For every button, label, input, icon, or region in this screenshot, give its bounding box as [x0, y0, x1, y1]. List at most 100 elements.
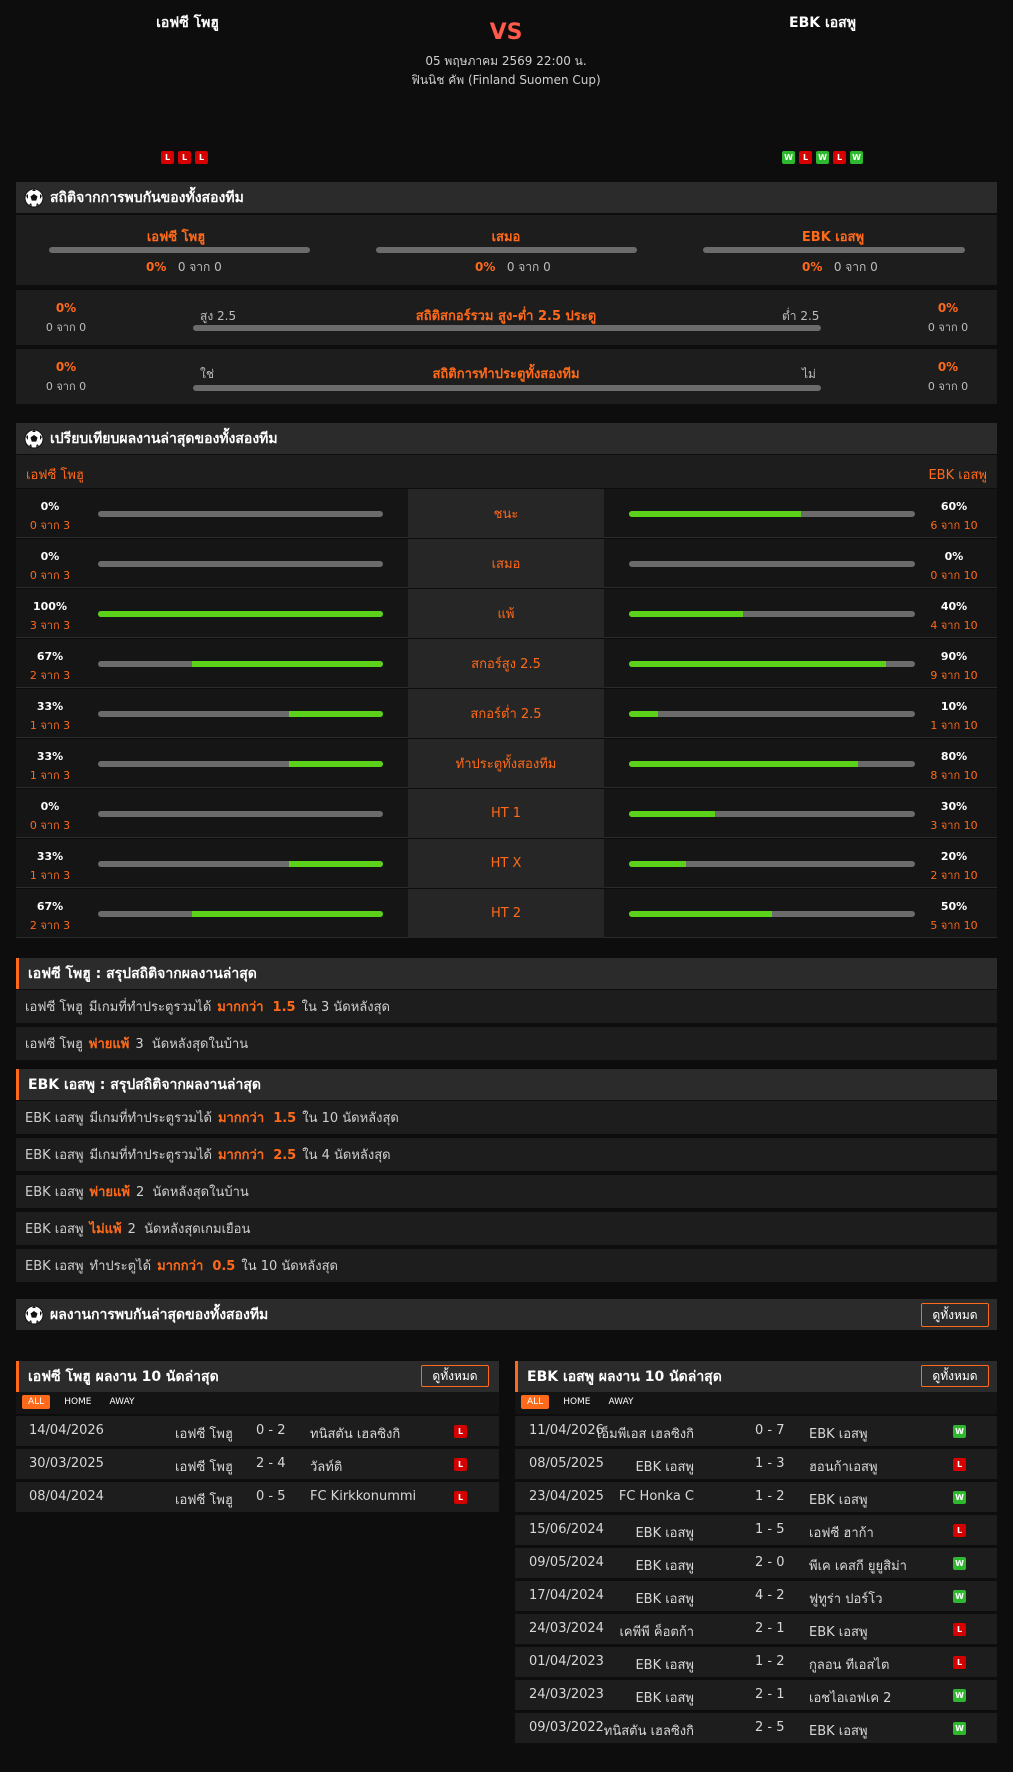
match-row[interactable]: 11/04/2026 เอ็มพีเอส เฮลซิงกิ 0 - 7 EBK เอส… [515, 1416, 997, 1446]
home-pct: 100% [33, 600, 67, 613]
tab-away[interactable]: AWAY [605, 1395, 638, 1409]
match-row[interactable]: 15/06/2024 EBK เอสพู 1 - 5 เอฟซี ฮาก้า L [515, 1515, 997, 1545]
summary-team[interactable]: EBK เอสพู [25, 1144, 84, 1165]
match-row[interactable]: 30/03/2025 เอฟซี โพฮู 2 - 4 วัลท์ติ L [16, 1449, 499, 1479]
summary-team[interactable]: EBK เอสพู [25, 1181, 84, 1202]
match-row[interactable]: 09/03/2022 ทนิสตัน เฮลซิงกิ 2 - 5 EBK เอสพู… [515, 1713, 997, 1743]
btts-left-of: 0 จาก 0 [45, 380, 87, 393]
tab-all[interactable]: ALL [22, 1395, 51, 1409]
match-home-team[interactable]: EBK เอสพู [635, 1456, 694, 1477]
away-bar-fill [629, 861, 687, 867]
away-team-name[interactable]: EBK เอสพู [735, 12, 910, 34]
match-away-team[interactable]: FC Kirkkonummi [310, 1489, 416, 1504]
match-home-team[interactable]: EBK เอสพู [635, 1522, 694, 1543]
btts-left-label: ใช่ [200, 367, 215, 381]
match-home-team[interactable]: เคพีพี ค็อตก้า [619, 1621, 694, 1642]
match-home-team[interactable]: EBK เอสพู [635, 1654, 694, 1675]
away-of: 9 จาก 10 [930, 669, 978, 682]
home-last10-view-all-button[interactable]: ดูทั้งหมด [421, 1365, 489, 1387]
tab-all[interactable]: ALL [521, 1395, 550, 1409]
summary-post: 2 นัดหลังสุดเกมเยือน [127, 1222, 251, 1237]
match-home-team[interactable]: เอฟซี โพฮู [175, 1423, 233, 1444]
tab-away[interactable]: AWAY [106, 1395, 139, 1409]
away-bar [629, 811, 915, 817]
match-row[interactable]: 24/03/2023 EBK เอสพู 2 - 1 เอชไอเอฟเค 2 W [515, 1680, 997, 1710]
home-team-name[interactable]: เอฟซี โพฮู [100, 12, 275, 34]
match-score: 1 - 5 [755, 1522, 785, 1537]
ou-right-pct: 0% [937, 301, 959, 315]
away-pct: 60% [940, 500, 968, 513]
match-away-team[interactable]: ทนิสตัน เฮลซิงกิ [310, 1423, 400, 1444]
summary-team[interactable]: EBK เอสพู [25, 1107, 84, 1128]
summary-team[interactable]: เอฟซี โพฮู [25, 996, 83, 1017]
match-home-team[interactable]: ทนิสตัน เฮลซิงกิ [604, 1720, 694, 1741]
match-away-team[interactable]: ฮอนก้าเอสพู [809, 1456, 878, 1477]
match-row[interactable]: 23/04/2025 FC Honka C 1 - 2 EBK เอสพู W [515, 1482, 997, 1512]
match-home-team[interactable]: เอฟซี โพฮู [175, 1489, 233, 1510]
match-away-team[interactable]: EBK เอสพู [809, 1489, 868, 1510]
match-home-team[interactable]: EBK เอสพู [635, 1588, 694, 1609]
match-away-team[interactable]: ฟูทูร่า ปอร์โว [809, 1588, 883, 1609]
tab-home[interactable]: HOME [559, 1395, 594, 1409]
home-bar [98, 711, 383, 717]
result-badge-loss: L [953, 1524, 966, 1537]
away-bar-fill [629, 611, 744, 617]
match-home-team[interactable]: EBK เอสพู [635, 1555, 694, 1576]
match-away-team[interactable]: วัลท์ติ [310, 1456, 342, 1477]
match-row[interactable]: 01/04/2023 EBK เอสพู 1 - 2 กูลอน ทีเอสไต L [515, 1647, 997, 1677]
away-last10-view-all-button[interactable]: ดูทั้งหมด [921, 1365, 989, 1387]
h2h-home-label: เอฟซี โพฮู [146, 230, 206, 245]
match-home-team[interactable]: FC Honka C [619, 1489, 694, 1504]
tab-home[interactable]: HOME [60, 1395, 95, 1409]
compare-row: 33% 1 จาก 3 สกอร์ต่ำ 2.5 10% 1 จาก 10 [16, 689, 997, 738]
match-score: 2 - 1 [755, 1687, 785, 1702]
competition-name[interactable]: ฟินนิช คัพ (Finland Suomen Cup) [356, 71, 656, 90]
away-bar-fill [629, 661, 887, 667]
h2h-draw-bar [376, 247, 637, 253]
h2h-stats-header: สถิติจากการพบกันของทั้งสองทีม [16, 182, 997, 213]
compare-row: 100% 3 จาก 3 แพ้ 40% 4 จาก 10 [16, 589, 997, 638]
summary-row: EBK เอสพู มีเกมที่ทำประตูรวมได้ มากกว่า 1.… [16, 1101, 997, 1134]
h2h-result-panel: เอฟซี โพฮู 0% 0 จาก 0 เสมอ 0% 0 จาก 0 EB… [16, 215, 997, 285]
home-bar [98, 561, 383, 567]
match-home-team[interactable]: เอ็มพีเอส เฮลซิงกิ [597, 1423, 694, 1444]
h2h-view-all-button[interactable]: ดูทั้งหมด [921, 1303, 989, 1327]
away-of: 5 จาก 10 [930, 919, 978, 932]
match-home-team[interactable]: เอฟซี โพฮู [175, 1456, 233, 1477]
match-row[interactable]: 24/03/2024 เคพีพี ค็อตก้า 2 - 1 EBK เอสพู L [515, 1614, 997, 1644]
compare-row: 33% 1 จาก 3 ทำประตูทั้งสองทีม 80% 8 จาก 10 [16, 739, 997, 788]
summary-team[interactable]: EBK เอสพู [25, 1218, 84, 1239]
match-row[interactable]: 17/04/2024 EBK เอสพู 4 - 2 ฟูทูร่า ปอร์โว W [515, 1581, 997, 1611]
match-row[interactable]: 08/04/2024 เอฟซี โพฮู 0 - 5 FC Kirkkonummi L [16, 1482, 499, 1512]
home-of: 3 จาก 3 [29, 619, 71, 632]
match-row[interactable]: 08/05/2025 EBK เอสพู 1 - 3 ฮอนก้าเอสพู L [515, 1449, 997, 1479]
home-bar [98, 861, 383, 867]
h2h-results-title: ผลงานการพบกันล่าสุดของทั้งสองทีม [50, 1306, 269, 1323]
match-score: 0 - 2 [256, 1423, 286, 1438]
compare-label: แพ้ [408, 589, 604, 638]
away-pct: 30% [940, 800, 968, 813]
away-summary-header: EBK เอสพู : สรุปสถิติจากผลงานล่าสุด [16, 1069, 997, 1100]
summary-row: EBK เอสพู ทำประตูได้ มากกว่า 0.5 ใน 10 นัดห… [16, 1249, 997, 1282]
form-badge-loss: L [799, 151, 812, 164]
away-bar-fill [629, 911, 772, 917]
match-away-team[interactable]: EBK เอสพู [809, 1720, 868, 1741]
summary-row: EBK เอสพู มีเกมที่ทำประตูรวมได้ มากกว่า 2.… [16, 1138, 997, 1171]
match-home-team[interactable]: EBK เอสพู [635, 1687, 694, 1708]
h2h-away-bar [703, 247, 965, 253]
match-away-team[interactable]: กูลอน ทีเอสไต [809, 1654, 889, 1675]
summary-team[interactable]: EBK เอสพู [25, 1255, 84, 1276]
ou-bar [193, 325, 821, 331]
match-row[interactable]: 14/04/2026 เอฟซี โพฮู 0 - 2 ทนิสตัน เฮลซิงก… [16, 1416, 499, 1446]
match-row[interactable]: 09/05/2024 EBK เอสพู 2 - 0 พีเค เคสกี ยูยูส… [515, 1548, 997, 1578]
match-date: 09/05/2024 [529, 1555, 604, 1570]
match-away-team[interactable]: เอฟซี ฮาก้า [809, 1522, 874, 1543]
compare-row: 67% 2 จาก 3 สกอร์สูง 2.5 90% 9 จาก 10 [16, 639, 997, 688]
home-of: 0 จาก 3 [29, 819, 71, 832]
match-away-team[interactable]: EBK เอสพู [809, 1621, 868, 1642]
summary-team[interactable]: เอฟซี โพฮู [25, 1033, 83, 1054]
match-away-team[interactable]: เอชไอเอฟเค 2 [809, 1687, 891, 1708]
match-away-team[interactable]: พีเค เคสกี ยูยูสิม่า [809, 1555, 907, 1576]
match-away-team[interactable]: EBK เอสพู [809, 1423, 868, 1444]
home-pct: 0% [40, 500, 60, 513]
